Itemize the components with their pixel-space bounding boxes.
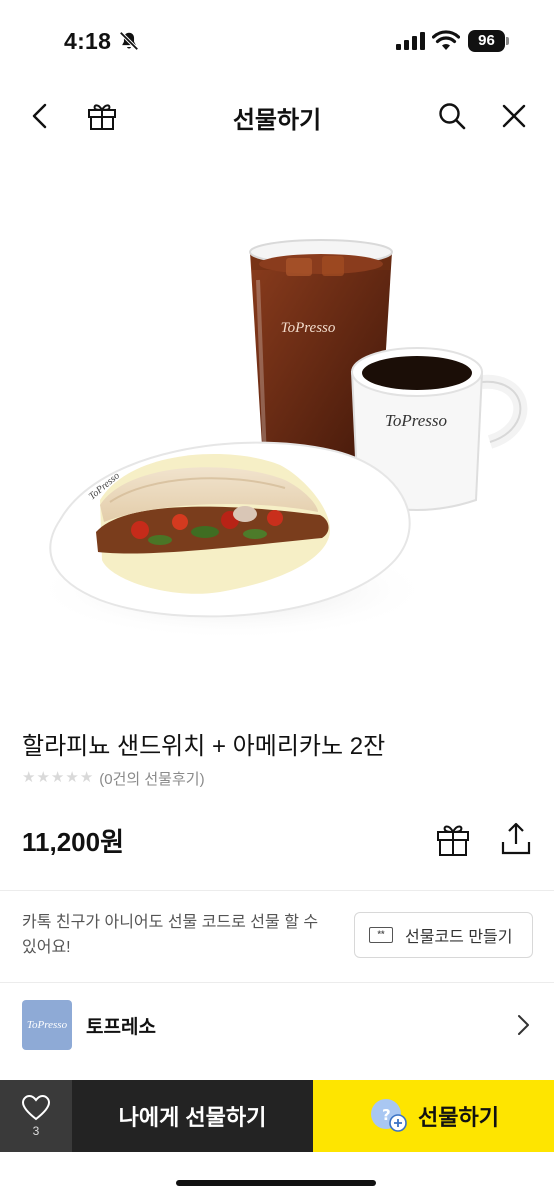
battery-level: 96 (468, 30, 505, 52)
home-indicator (176, 1180, 376, 1186)
status-time: 4:18 (64, 28, 112, 54)
nav-bar: 선물하기 (0, 86, 554, 146)
gift-label: 선물하기 (418, 1105, 499, 1130)
brand-logo: ToPresso (22, 1000, 72, 1050)
signal-icon (396, 32, 425, 50)
friend-select-icon: ? (371, 1099, 407, 1132)
divider (0, 890, 554, 891)
gift-code-description: 카톡 친구가 아니어도 선물 코드로 선물 할 수 있어요! (22, 914, 319, 956)
divider (0, 982, 554, 983)
chevron-right-icon (518, 1015, 529, 1035)
share-icon[interactable] (498, 820, 534, 858)
star-icon: ★ (65, 769, 79, 786)
battery-icon: 96 (468, 30, 510, 52)
wish-count: 3 (32, 1124, 40, 1138)
page-title: 선물하기 (232, 107, 322, 134)
gift-to-self-button[interactable]: 나에게 선물하기 (72, 1080, 313, 1152)
gift-to-self-label: 나에게 선물하기 (118, 1105, 267, 1130)
rating-row[interactable]: ★ ★ ★ ★ ★ (0건의 선물후기) (22, 768, 205, 788)
heart-icon (21, 1094, 51, 1121)
star-icon: ★ (36, 769, 50, 786)
bottom-action-bar: 3 나에게 선물하기 ? 선물하기 (0, 1080, 554, 1152)
brand-row[interactable]: ToPresso 토프레소 (0, 984, 554, 1066)
star-icon: ★ (50, 769, 65, 786)
star-rating: ★ ★ ★ ★ ★ (22, 770, 93, 786)
wifi-icon (432, 30, 460, 50)
product-name: 할라피뇨 샌드위치 + 아메리카노 2잔 (22, 733, 386, 760)
product-price: 11,200원 (22, 827, 125, 857)
gift-button[interactable]: ? 선물하기 (313, 1080, 554, 1152)
star-icon: ★ (79, 769, 94, 786)
create-gift-code-label: 선물코드 만들기 (405, 929, 513, 946)
glass-logo-text: ToPresso (281, 320, 336, 336)
star-icon: ★ (22, 769, 36, 786)
search-icon[interactable] (434, 98, 470, 134)
close-icon[interactable] (496, 98, 532, 134)
bell-off-icon (119, 31, 139, 51)
brand-name: 토프레소 (86, 1017, 156, 1038)
gift-icon[interactable] (434, 820, 472, 858)
review-count-link[interactable]: (0건의 선물후기) (99, 768, 204, 789)
wish-button[interactable]: 3 (0, 1080, 72, 1152)
mug-logo-text: ToPresso (385, 411, 447, 430)
status-bar: 4:18 96 (0, 0, 554, 80)
create-gift-code-button[interactable]: ** 선물코드 만들기 (354, 912, 533, 958)
gift-code-icon: ** (369, 927, 393, 943)
product-image: ToPresso ToPresso ToPresso (32, 239, 528, 640)
